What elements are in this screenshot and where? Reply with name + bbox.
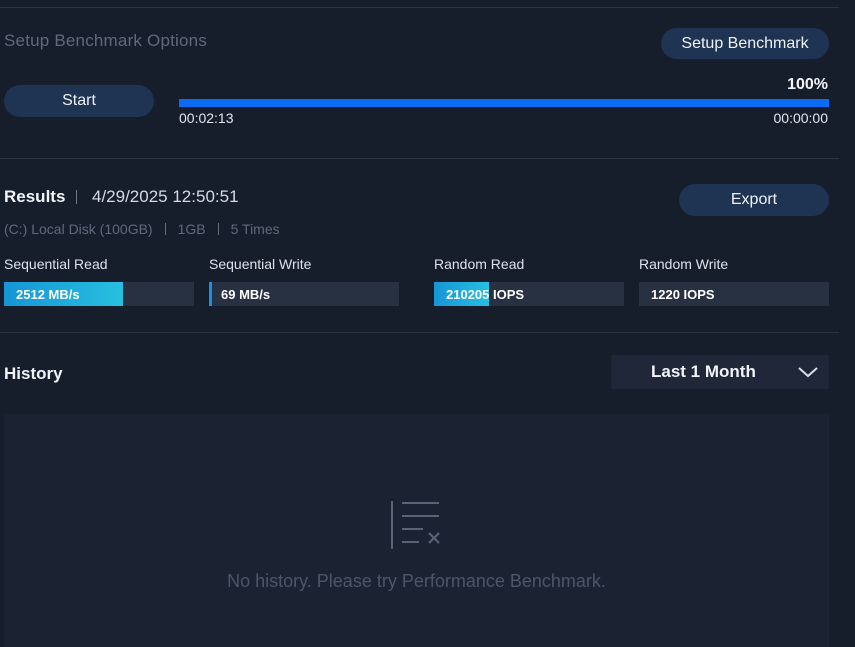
results-separator [76, 190, 77, 204]
history-panel: No history. Please try Performance Bench… [4, 414, 829, 647]
sequential-read-value: 2512 MB/s [16, 286, 80, 302]
setup-divider [0, 158, 839, 159]
progress-bar [179, 99, 829, 107]
empty-history-message: No history. Please try Performance Bench… [227, 571, 606, 591]
progress-bar-fill [179, 99, 829, 107]
progress-percent: 100% [787, 76, 828, 93]
random-write-label: Random Write [639, 256, 729, 272]
results-meta: (C:) Local Disk (100GB) 1GB 5 Times [4, 221, 280, 237]
sequential-write-label: Sequential Write [209, 256, 312, 272]
sequential-write-bar: 69 MB/s [209, 282, 399, 306]
sequential-read-bar: 2512 MB/s [4, 282, 194, 306]
drive-label: (C:) Local Disk (100GB) [4, 221, 153, 237]
meta-separator [217, 223, 219, 235]
history-range-dropdown[interactable]: Last 1 Month [611, 355, 829, 389]
sequential-read-label: Sequential Read [4, 256, 108, 272]
meta-separator [164, 223, 166, 235]
history-range-value: Last 1 Month [651, 362, 756, 381]
random-write-value: 1220 IOPS [651, 286, 715, 302]
random-write-bar: 1220 IOPS [639, 282, 829, 306]
size-label: 1GB [177, 221, 206, 237]
random-read-label: Random Read [434, 256, 525, 272]
sequential-write-value: 69 MB/s [221, 286, 271, 302]
elapsed-time: 00:02:13 [179, 110, 234, 126]
start-button[interactable]: Start [4, 85, 154, 117]
times-label: 5 Times [230, 221, 280, 237]
results-title: Results [4, 187, 66, 206]
chevron-down-icon [798, 367, 818, 378]
export-button[interactable]: Export [679, 184, 829, 216]
results-datetime: 4/29/2025 12:50:51 [92, 187, 239, 206]
remaining-time: 00:00:00 [773, 110, 829, 126]
top-divider [0, 7, 839, 8]
random-read-value: 210205 IOPS [446, 286, 525, 302]
setup-options-title: Setup Benchmark Options [4, 31, 208, 50]
setup-benchmark-button[interactable]: Setup Benchmark [661, 28, 829, 59]
results-divider [0, 332, 839, 333]
sequential-write-fill [209, 282, 212, 306]
random-read-bar: 210205 IOPS [434, 282, 624, 306]
history-title: History [4, 364, 63, 383]
list-remove-icon [391, 501, 440, 549]
